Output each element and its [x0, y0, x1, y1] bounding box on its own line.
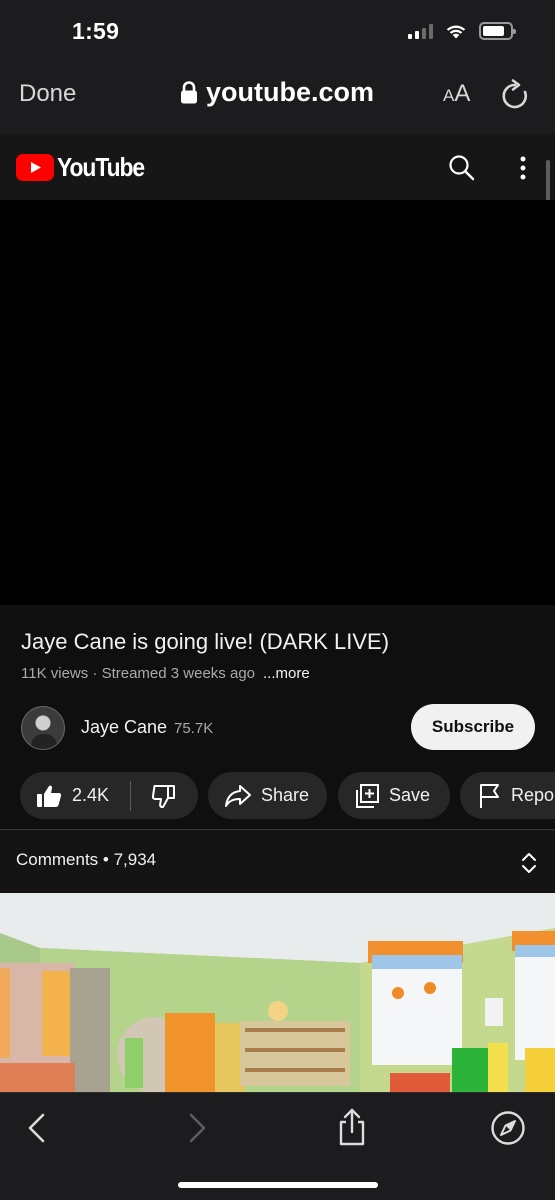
status-time: 1:59: [72, 18, 120, 44]
share-sheet-icon[interactable]: [335, 1107, 369, 1147]
reload-icon[interactable]: [500, 79, 530, 111]
cellular-signal-icon: [408, 23, 433, 39]
channel-avatar[interactable]: [21, 706, 65, 750]
thumbs-up-icon: [37, 785, 62, 807]
status-icons: [408, 22, 516, 40]
youtube-logo[interactable]: YouTube: [16, 152, 156, 183]
flag-icon: [480, 783, 499, 808]
lock-icon: [181, 81, 197, 104]
report-label: Report: [511, 785, 555, 805]
ad-image[interactable]: [0, 893, 555, 1092]
youtube-header: YouTube: [0, 134, 555, 200]
share-arrow-icon: [225, 784, 251, 807]
wifi-icon: [446, 25, 466, 39]
more-vertical-icon[interactable]: [515, 154, 531, 182]
classroom-illustration: [0, 893, 555, 1092]
chevron-up-down-icon[interactable]: [519, 851, 539, 875]
share-button[interactable]: Share: [208, 772, 327, 819]
video-player[interactable]: [0, 200, 555, 605]
save-label: Save: [389, 785, 431, 805]
status-bar: 1:59: [0, 0, 555, 62]
battery-icon: [479, 22, 516, 40]
share-label: Share: [261, 785, 310, 805]
home-indicator[interactable]: [178, 1182, 378, 1188]
channel-name[interactable]: Jaye Cane: [81, 717, 167, 738]
more-description-link[interactable]: ...more: [263, 665, 310, 682]
video-meta: 11K views · Streamed 3 weeks ago ...more: [21, 665, 310, 682]
text-size-button[interactable]: AA: [443, 80, 470, 108]
save-button[interactable]: Save: [338, 772, 450, 819]
compass-icon[interactable]: [490, 1110, 526, 1146]
subscriber-count: 75.7K: [174, 720, 214, 737]
done-button[interactable]: Done: [19, 80, 76, 108]
search-icon[interactable]: [448, 154, 476, 182]
like-dislike-chip: 2.4K: [20, 772, 198, 819]
chevron-left-icon[interactable]: [25, 1112, 49, 1144]
youtube-play-icon: [16, 154, 54, 181]
subscribe-button[interactable]: Subscribe: [411, 704, 535, 750]
address-bar[interactable]: youtube.com: [180, 77, 374, 108]
browser-top-bar: Done youtube.com AA: [0, 62, 555, 134]
thumbs-down-icon: [151, 784, 175, 808]
url-text: youtube.com: [206, 77, 375, 107]
comments-count: Comments • 7,934: [16, 850, 157, 869]
like-button[interactable]: 2.4K: [20, 772, 130, 819]
playlist-add-icon: [356, 783, 379, 808]
video-title: Jaye Cane is going live! (DARK LIVE): [21, 629, 390, 654]
youtube-logo-text: YouTube: [57, 152, 145, 182]
comments-section[interactable]: Comments • 7,934: [0, 830, 555, 892]
like-count: 2.4K: [72, 785, 110, 805]
action-bar: 2.4K Share Save Report: [20, 772, 555, 820]
video-stats: 11K views · Streamed 3 weeks ago: [21, 665, 256, 682]
report-button[interactable]: Report: [460, 772, 555, 819]
dislike-button[interactable]: [131, 772, 197, 819]
chevron-right-icon[interactable]: [185, 1112, 209, 1144]
